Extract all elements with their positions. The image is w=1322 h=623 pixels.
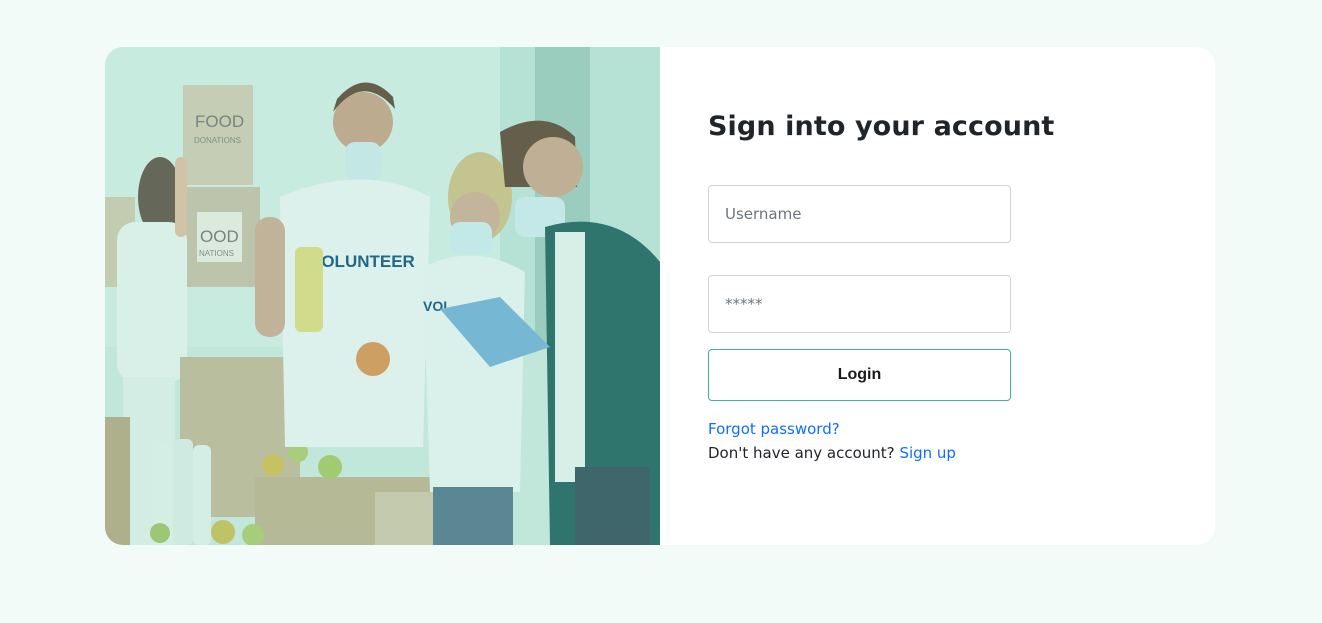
volunteers-photo: FOOD DONATIONS OOD NATIONS VOLUNTEER VOL [105, 47, 660, 545]
page-title: Sign into your account [708, 111, 1055, 142]
volunteers-illustration: FOOD DONATIONS OOD NATIONS VOLUNTEER VOL [105, 47, 660, 545]
login-form: Sign into your account Login Forgot pass… [660, 47, 1215, 545]
signup-link[interactable]: Sign up [899, 444, 956, 462]
login-button[interactable]: Login [708, 349, 1011, 401]
forgot-password-link[interactable]: Forgot password? [708, 420, 840, 438]
signup-prompt: Don't have any account? Sign up [708, 444, 956, 462]
username-input[interactable] [708, 185, 1011, 243]
login-card: FOOD DONATIONS OOD NATIONS VOLUNTEER VOL… [105, 47, 1215, 545]
no-account-text: Don't have any account? [708, 444, 895, 462]
password-input[interactable] [708, 275, 1011, 333]
